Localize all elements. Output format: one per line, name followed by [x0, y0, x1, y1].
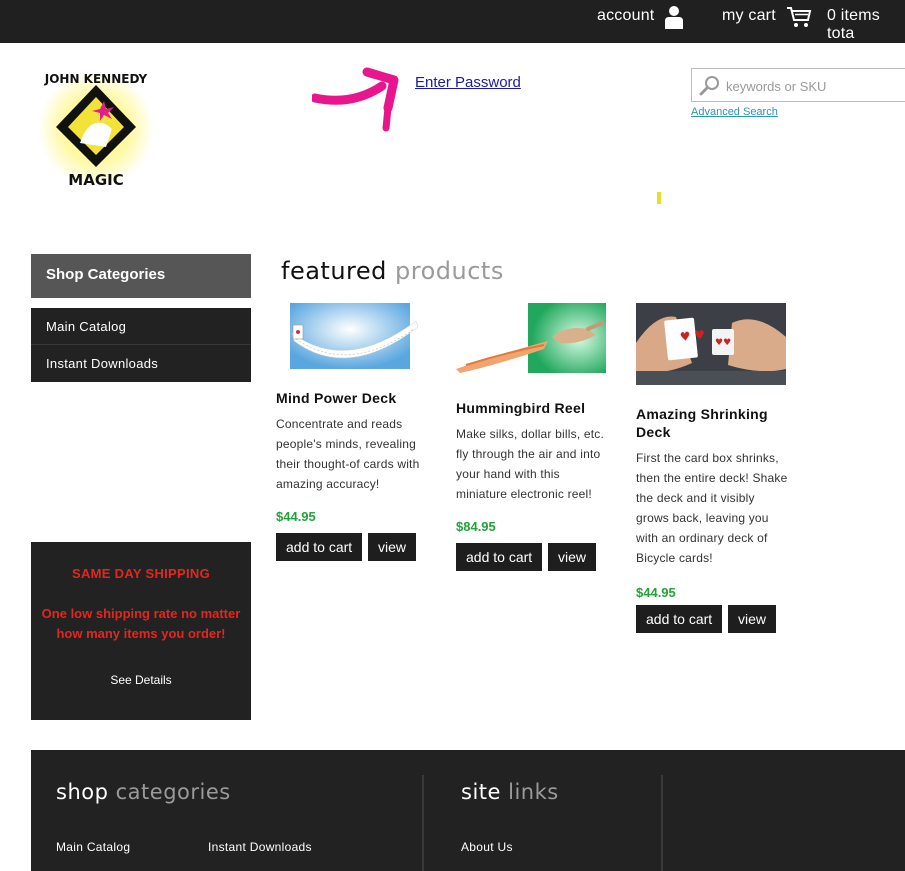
search-box	[691, 68, 905, 102]
description-line: amazing accuracy!	[276, 477, 380, 491]
footer-heading-word: site	[461, 780, 501, 804]
description-line: First the card box shrinks,	[636, 451, 779, 465]
product-description: Concentrate and reads people's minds, re…	[276, 414, 436, 494]
description-line: grows back, leaving you	[636, 511, 769, 525]
product-description: Make silks, dollar bills, etc. fly throu…	[456, 424, 616, 504]
product-image-hummingbird-reel[interactable]	[456, 303, 606, 373]
product-name[interactable]: Hummingbird Reel	[456, 399, 616, 417]
my-cart-link[interactable]: my cart	[722, 7, 776, 25]
shipping-promo: SAME DAY SHIPPING One low shipping rate …	[31, 542, 251, 720]
add-to-cart-button[interactable]: add to cart	[456, 543, 543, 571]
view-button[interactable]: view	[548, 543, 597, 571]
add-to-cart-button[interactable]: add to cart	[636, 605, 723, 633]
footer-link-main-catalog[interactable]: Main Catalog	[56, 840, 130, 854]
shipping-text-line: One low shipping rate no matter	[41, 606, 241, 621]
product-price: $44.95	[276, 509, 316, 524]
footer-link-about-us[interactable]: About Us	[461, 840, 513, 854]
footer-heading-word: links	[508, 780, 559, 804]
product-image-amazing-shrinking-deck[interactable]: ♥ ♥ ♥♥	[636, 303, 786, 385]
description-line: fly through the air and into	[456, 447, 601, 461]
featured-heading: featured products	[281, 257, 504, 285]
see-details-link[interactable]: See Details	[31, 673, 251, 687]
category-list: Main Catalog Instant Downloads	[31, 308, 251, 382]
product-card: ♥ ♥ ♥♥ Amazing Shrinking Deck First the …	[636, 303, 796, 600]
description-line: miniature electronic reel!	[456, 487, 592, 501]
shipping-text: One low shipping rate no matter how many…	[31, 604, 251, 644]
product-name-line[interactable]: Amazing Shrinking	[636, 405, 796, 423]
cart-icon[interactable]	[786, 5, 812, 33]
product-price: $44.95	[636, 585, 676, 600]
logo-text-bottom: MAGIC	[68, 171, 123, 189]
product-price: $84.95	[456, 519, 496, 534]
footer-heading-word: shop	[56, 780, 109, 804]
shipping-text-line: how many items you order!	[56, 626, 226, 641]
footer-shop-categories-heading: shop categories	[56, 780, 231, 804]
featured-heading-word: featured	[281, 257, 387, 285]
search-icon[interactable]	[699, 75, 721, 101]
add-to-cart-button[interactable]: add to cart	[276, 533, 363, 561]
description-line: Bicycle cards!	[636, 551, 713, 565]
advanced-search-link[interactable]: Advanced Search	[691, 106, 778, 118]
description-line: your hand with this	[456, 467, 560, 481]
products-heading-word: products	[395, 257, 504, 285]
decorative-mark	[657, 192, 661, 204]
footer-divider	[661, 775, 663, 871]
description-line: their thought-of cards with	[276, 457, 420, 471]
footer-divider	[422, 775, 424, 871]
search-input[interactable]	[726, 75, 896, 97]
product-name[interactable]: Mind Power Deck	[276, 389, 436, 407]
top-bar: account my cart 0 items tota	[0, 0, 905, 43]
description-line: then the entire deck! Shake	[636, 471, 788, 485]
svg-text:♥♥: ♥♥	[715, 338, 731, 348]
footer-link-instant-downloads[interactable]: Instant Downloads	[208, 840, 312, 854]
view-button[interactable]: view	[728, 605, 777, 633]
description-line: with an ordinary deck of	[636, 531, 768, 545]
shipping-title: SAME DAY SHIPPING	[71, 566, 211, 581]
category-instant-downloads[interactable]: Instant Downloads	[31, 345, 251, 382]
footer: shop categories Main Catalog Instant Dow…	[31, 750, 905, 871]
view-button[interactable]: view	[368, 533, 417, 561]
product-card: Hummingbird Reel Make silks, dollar bill…	[456, 303, 616, 534]
product-card: Mind Power Deck Concentrate and reads pe…	[276, 303, 436, 524]
description-line: Concentrate and reads	[276, 417, 403, 431]
description-line: Make silks, dollar bills, etc.	[456, 427, 605, 441]
category-main-catalog[interactable]: Main Catalog	[31, 308, 251, 345]
logo-text-top: JOHN KENNEDY	[44, 72, 148, 86]
enter-password-link[interactable]: Enter Password	[415, 74, 521, 91]
description-line: the deck and it visibly	[636, 491, 755, 505]
footer-heading-word: categories	[115, 780, 231, 804]
account-link[interactable]: account	[597, 7, 654, 25]
product-image-mind-power-deck[interactable]	[276, 303, 426, 369]
shop-categories-heading: Shop Categories	[31, 254, 251, 298]
description-line: people's minds, revealing	[276, 437, 417, 451]
svg-text:♥ ♥: ♥ ♥	[679, 328, 706, 345]
pink-arrow-icon	[312, 67, 399, 132]
product-description: First the card box shrinks, then the ent…	[636, 448, 796, 568]
site-logo[interactable]: JOHN KENNEDY MAGIC	[30, 63, 160, 193]
footer-site-links-heading: site links	[461, 780, 559, 804]
cart-total[interactable]: 0 items tota	[827, 7, 905, 43]
product-name[interactable]: Amazing Shrinking Deck	[636, 405, 796, 441]
user-icon[interactable]	[663, 4, 685, 34]
product-name-line[interactable]: Deck	[636, 423, 796, 441]
